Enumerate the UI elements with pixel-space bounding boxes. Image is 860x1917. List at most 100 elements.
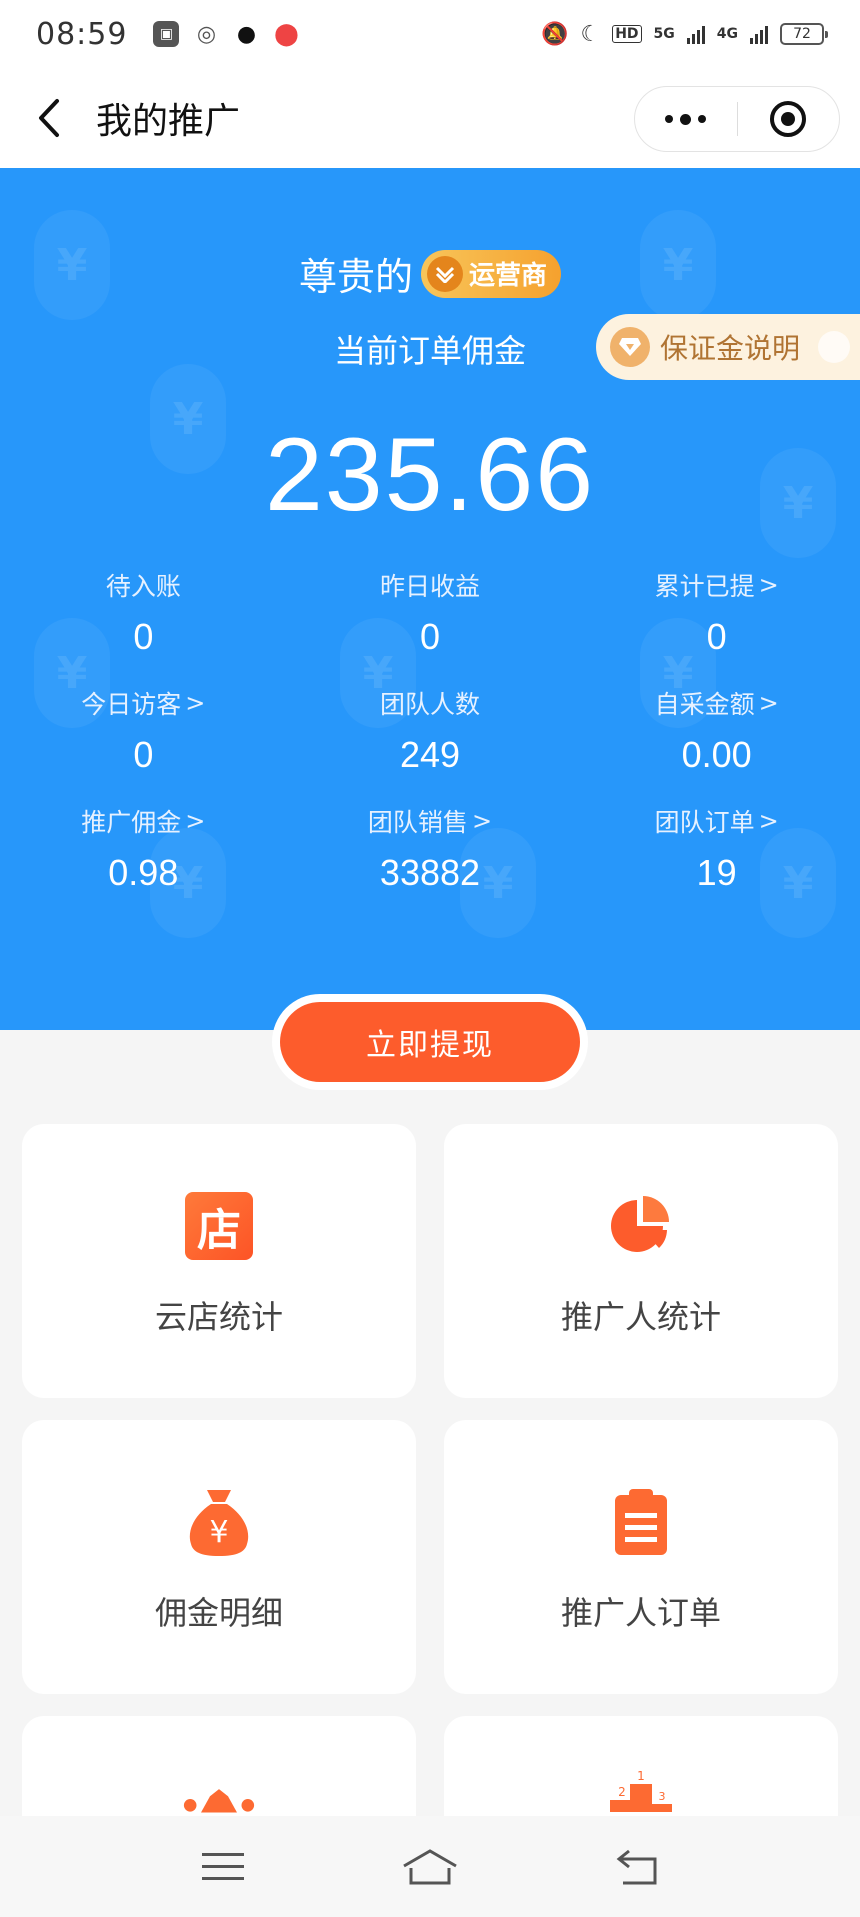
card-promoter-stats[interactable]: 推广人统计	[444, 1124, 838, 1398]
stat-label: 待入账	[105, 572, 181, 601]
status-indicators: 🔕 ☾ HD 5G 4G 72	[541, 21, 828, 47]
stat-value: 0	[133, 734, 154, 775]
wechat-icon: ◎	[193, 21, 220, 47]
signal-5g-icon	[686, 24, 705, 44]
card-commission-detail[interactable]: ¥ 佣金明细	[22, 1420, 416, 1694]
member-level-prefix: 尊贵的	[298, 255, 413, 299]
stat-label: 自采金额	[654, 690, 755, 719]
member-level-title: 尊贵的 运营商	[0, 246, 860, 301]
menu-icon	[202, 1852, 245, 1880]
stat-label: 昨日收益	[379, 572, 480, 601]
chevron-down-icon	[427, 255, 463, 292]
diamond-icon	[610, 327, 650, 367]
back-button[interactable]	[10, 68, 90, 168]
podium-rank-1: 1	[637, 1769, 645, 1783]
moon-icon: ☾	[580, 21, 601, 47]
stat-promo-commission[interactable]: 推广佣金 > 0.98	[0, 804, 287, 922]
card-label: 云店统计	[154, 1298, 283, 1336]
stat-value: 19	[696, 852, 737, 893]
store-icon-glyph: 店	[185, 1192, 253, 1260]
operator-badge: 运营商	[421, 249, 562, 298]
stat-yesterday-earnings: 昨日收益 0	[287, 568, 574, 686]
target-icon	[770, 101, 807, 137]
hd-icon: HD	[612, 25, 642, 43]
stat-team-sales[interactable]: 团队销售 > 33882	[287, 804, 574, 922]
chevron-right-icon: >	[758, 689, 779, 717]
status-time: 08:59	[36, 16, 128, 52]
deposit-info-label: 保证金说明	[660, 332, 801, 365]
stats-row: 推广佣金 > 0.98 团队销售 > 33882 团队订单 > 19	[0, 804, 860, 922]
stat-pending: 待入账 0	[0, 568, 287, 686]
chevron-right-icon: >	[758, 807, 779, 835]
home-button[interactable]	[390, 1837, 470, 1897]
stat-value: 0	[133, 616, 154, 657]
chevron-right-icon: >	[185, 689, 206, 717]
status-app-icons: ▣ ◎ ● ⬤	[153, 21, 300, 47]
stat-total-withdrawn[interactable]: 累计已提 > 0	[573, 568, 860, 686]
card-label: 推广人统计	[560, 1298, 721, 1336]
card-label: 推广人订单	[560, 1594, 721, 1632]
chevron-right-icon: >	[471, 807, 493, 835]
stat-label: 推广佣金	[81, 808, 182, 837]
stat-value: 0	[706, 616, 727, 657]
stats-grid: 待入账 0 昨日收益 0 累计已提 > 0 今日访客 > 0 团队人数 249 自采	[0, 568, 860, 922]
close-miniprogram-button[interactable]	[738, 99, 840, 139]
app-notification-icon: ▣	[153, 21, 180, 47]
stat-label: 团队销售	[367, 808, 468, 837]
stat-team-orders[interactable]: 团队订单 > 19	[573, 804, 860, 922]
back-system-button[interactable]	[597, 1837, 677, 1897]
status-bar: 08:59 ▣ ◎ ● ⬤ 🔕 ☾ HD 5G 4G 72	[0, 0, 860, 68]
more-button[interactable]	[635, 113, 737, 125]
commission-amount: 235.66	[264, 417, 596, 533]
mute-icon: 🔕	[541, 21, 569, 47]
stat-self-purchase[interactable]: 自采金额 > 0.00	[573, 686, 860, 804]
menu-button[interactable]	[183, 1837, 263, 1897]
network-4g-label: 4G	[716, 26, 738, 42]
miniprogram-capsule	[634, 86, 840, 152]
card-label: 佣金明细	[154, 1594, 283, 1632]
clipboard-icon	[605, 1486, 677, 1558]
crown-icon	[183, 1784, 255, 1814]
money-bag-glyph: ¥	[209, 1515, 228, 1550]
stat-value: 0.98	[108, 852, 179, 893]
withdraw-button-wrapper: 立即提现	[272, 994, 588, 1090]
battery-icon: 72	[780, 23, 828, 45]
location-icon: ⬤	[273, 21, 300, 47]
stats-row: 今日访客 > 0 团队人数 249 自采金额 > 0.00	[0, 686, 860, 804]
withdraw-button[interactable]: 立即提现	[280, 1002, 580, 1082]
stat-team-size: 团队人数 249	[287, 686, 574, 804]
money-bag-icon: ¥	[183, 1486, 255, 1558]
home-icon	[403, 1848, 457, 1884]
podium-rank-2: 2	[618, 1785, 626, 1799]
stats-row: 待入账 0 昨日收益 0 累计已提 > 0	[0, 568, 860, 686]
back-arrow-icon	[39, 99, 59, 137]
stat-label: 今日访客	[81, 690, 182, 719]
stat-label: 团队人数	[379, 690, 480, 719]
chevron-right-icon: >	[758, 571, 779, 599]
system-nav-bar	[0, 1816, 860, 1917]
nav-bar: 我的推广	[0, 68, 860, 168]
operator-badge-label: 运营商	[469, 261, 548, 291]
store-icon: 店	[183, 1190, 255, 1262]
signal-4g-icon	[750, 24, 768, 44]
card-promoter-orders[interactable]: 推广人订单	[444, 1420, 838, 1694]
deposit-info-button[interactable]: 保证金说明	[596, 314, 860, 380]
page-title: 我的推广	[96, 101, 241, 142]
stat-label: 累计已提	[654, 572, 755, 601]
stat-value: 0	[419, 616, 440, 657]
stat-value: 249	[399, 734, 461, 775]
stat-today-visitors[interactable]: 今日访客 > 0	[0, 686, 287, 804]
podium-rank-3: 3	[659, 1790, 666, 1803]
battery-level: 72	[793, 26, 811, 42]
commission-hero: ¥ ¥ ¥ ¥ ¥ ¥ ¥ ¥ ¥ ¥ 尊贵的 运营商 当前订单佣金 保证金说明…	[0, 168, 860, 1030]
stat-value: 33882	[379, 852, 481, 893]
network-5g-label: 5G	[653, 26, 675, 42]
stat-value: 0.00	[681, 734, 752, 775]
decorative-circle	[818, 331, 850, 363]
qq-icon: ●	[233, 21, 260, 47]
stat-label: 团队订单	[654, 808, 755, 837]
card-store-stats[interactable]: 店 云店统计	[22, 1124, 416, 1398]
chevron-right-icon: >	[185, 807, 206, 835]
pie-chart-icon	[605, 1190, 677, 1262]
return-icon	[616, 1849, 657, 1884]
